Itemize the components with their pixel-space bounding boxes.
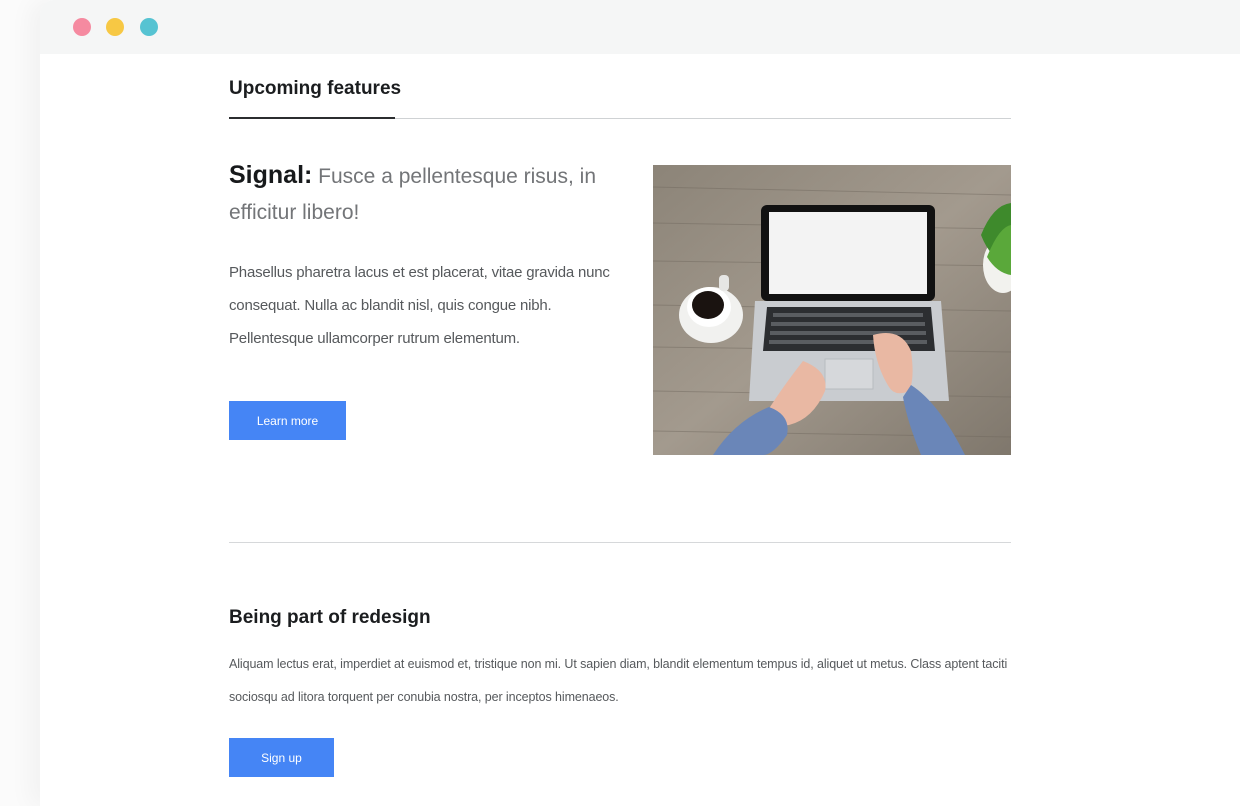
tab-upcoming-features[interactable]: Upcoming features [229, 78, 403, 118]
redesign-title: Being part of redesign [229, 607, 431, 628]
redesign-section: Being part of redesign Aliquam lectus er… [229, 543, 1011, 806]
main-content: Upcoming features Signal: Fusce a pellen… [229, 54, 1011, 806]
learn-more-button[interactable]: Learn more [229, 401, 346, 440]
browser-window: Upcoming features Signal: Fusce a pellen… [40, 0, 1240, 806]
feature-description: Phasellus pharetra lacus et est placerat… [229, 264, 610, 347]
laptop-photo [653, 165, 1011, 455]
tab-bar: Upcoming features [229, 54, 1011, 119]
feature-section: Signal: Fusce a pellentesque risus, in e… [229, 119, 1011, 543]
page: Upcoming features Signal: Fusce a pellen… [0, 0, 1240, 806]
laptop-icon [749, 205, 949, 401]
maximize-window-dot[interactable] [140, 18, 158, 36]
feature-text-block: Signal: Fusce a pellentesque risus, in e… [229, 157, 619, 355]
feature-headline-strong: Signal: [229, 161, 313, 189]
laptop-photo-illustration [653, 165, 1011, 455]
redesign-description: Aliquam lectus erat, imperdiet at euismo… [229, 657, 1008, 704]
feature-headline: Signal: Fusce a pellentesque risus, in e… [229, 157, 619, 231]
minimize-window-dot[interactable] [106, 18, 124, 36]
window-titlebar [40, 0, 1240, 54]
sign-up-button[interactable]: Sign up [229, 738, 334, 777]
close-window-dot[interactable] [73, 18, 91, 36]
